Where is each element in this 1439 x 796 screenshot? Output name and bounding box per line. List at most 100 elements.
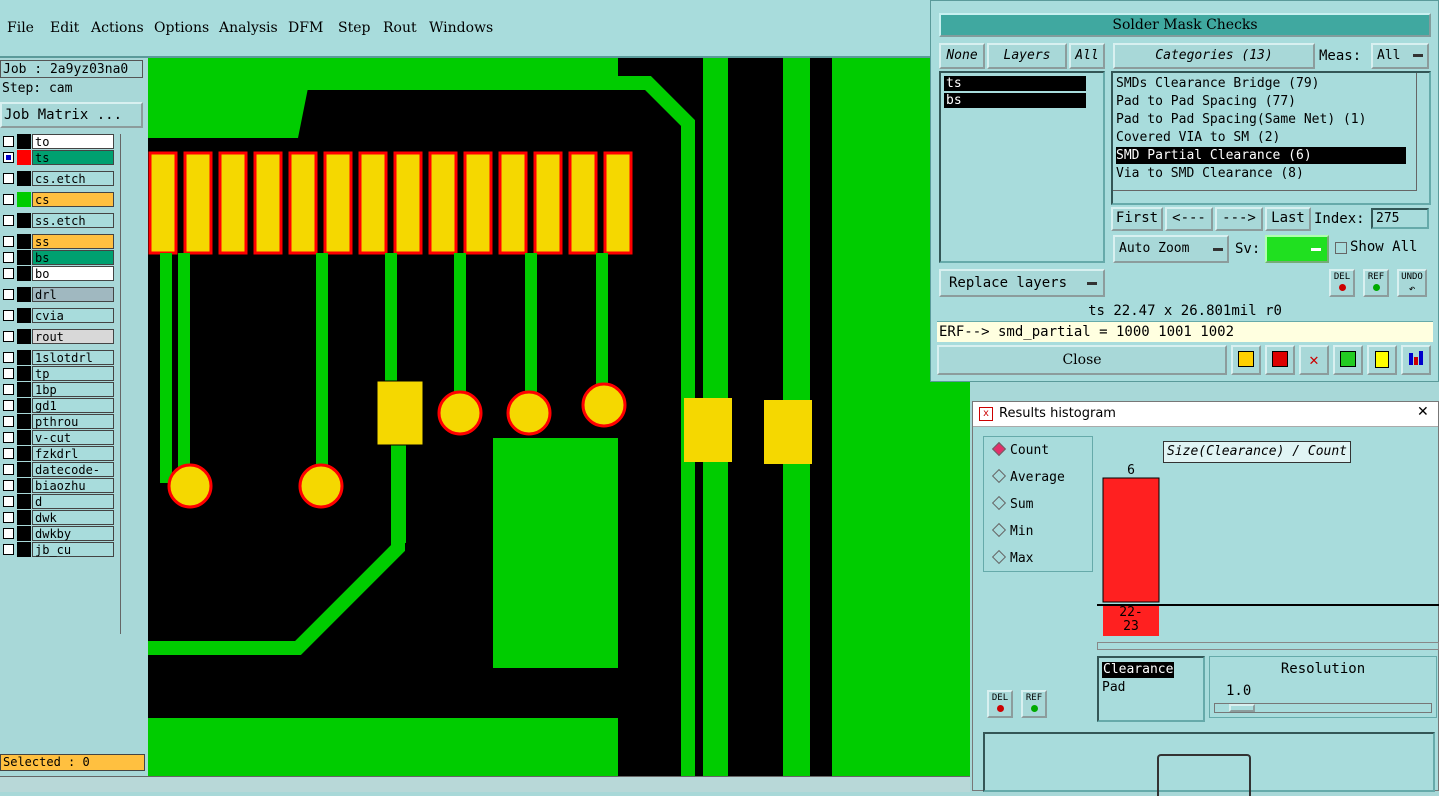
layer-checkbox[interactable] <box>3 136 14 147</box>
layer-name[interactable]: to <box>32 134 114 149</box>
layer-row-bo[interactable]: bo <box>0 266 118 281</box>
meas-dropdown[interactable]: All <box>1371 43 1429 69</box>
layer-checkbox[interactable] <box>3 480 14 491</box>
category-item[interactable]: Pad to Pad Spacing (77) <box>1116 93 1296 110</box>
layer-checkbox[interactable] <box>3 268 14 279</box>
attribute-item-clearance[interactable]: Clearance <box>1102 662 1175 678</box>
layer-name[interactable]: ss.etch <box>32 213 114 228</box>
histogram-bar[interactable] <box>1102 477 1160 603</box>
layer-name[interactable]: cs.etch <box>32 171 114 186</box>
layer-checkbox[interactable] <box>3 432 14 443</box>
layer-color-swatch[interactable] <box>17 192 31 207</box>
layer-color-swatch[interactable] <box>17 329 31 344</box>
close-button[interactable]: Close <box>937 345 1227 375</box>
layer-color-swatch[interactable] <box>17 462 31 477</box>
categories-list[interactable]: SMDs Clearance Bridge (79) Pad to Pad Spa… <box>1111 71 1431 205</box>
ref-button[interactable]: REF <box>1363 269 1389 297</box>
layer-name[interactable]: ts <box>32 150 114 165</box>
layer-checkbox[interactable] <box>3 512 14 523</box>
layer-color-swatch[interactable] <box>17 150 31 165</box>
layer-color-swatch[interactable] <box>17 171 31 186</box>
layer-name[interactable]: v-cut <box>32 430 114 445</box>
next-button[interactable]: ---> <box>1215 207 1263 231</box>
prev-button[interactable]: <--- <box>1165 207 1213 231</box>
menu-actions[interactable]: Actions <box>91 20 144 36</box>
undo-button[interactable]: UNDO ↶ <box>1397 269 1427 297</box>
menu-analysis[interactable]: Analysis <box>219 20 278 36</box>
mode-radio-max[interactable]: Max <box>991 549 1033 566</box>
layer-row-ss-etch[interactable]: ss.etch <box>0 213 118 228</box>
pcb-canvas[interactable] <box>148 58 970 776</box>
layer-row-dwk[interactable]: dwk <box>0 510 118 525</box>
layer-checkbox[interactable] <box>3 496 14 507</box>
smc-layer-item[interactable]: ts <box>944 76 1086 91</box>
layer-color-swatch[interactable] <box>17 213 31 228</box>
layer-color-swatch[interactable] <box>17 478 31 493</box>
layer-color-swatch[interactable] <box>17 308 31 323</box>
category-item[interactable]: Via to SMD Clearance (8) <box>1116 165 1304 182</box>
layer-color-swatch[interactable] <box>17 494 31 509</box>
layer-row-1slotdrl[interactable]: 1slotdrl <box>0 350 118 365</box>
layer-checkbox[interactable] <box>3 384 14 395</box>
layer-checkbox[interactable] <box>3 236 14 247</box>
tool-histogram-icon[interactable] <box>1401 345 1431 375</box>
layer-checkbox[interactable] <box>3 152 14 163</box>
layer-color-swatch[interactable] <box>17 366 31 381</box>
layer-name[interactable]: 1slotdrl <box>32 350 114 365</box>
layer-checkbox[interactable] <box>3 416 14 427</box>
resolution-slider-thumb[interactable] <box>1229 704 1255 712</box>
layer-name[interactable]: datecode-to <box>32 462 114 492</box>
categories-vscrollbar[interactable] <box>1416 73 1429 191</box>
mode-radio-min[interactable]: Min <box>991 522 1033 539</box>
layer-checkbox[interactable] <box>3 544 14 555</box>
layer-row-bs[interactable]: bs <box>0 250 118 265</box>
menu-options[interactable]: Options <box>154 20 209 36</box>
menu-file[interactable]: File <box>7 20 34 36</box>
layer-row-rout[interactable]: rout <box>0 329 118 344</box>
menu-windows[interactable]: Windows <box>429 20 493 36</box>
layer-checkbox[interactable] <box>3 352 14 363</box>
bins-scrollbar[interactable] <box>1097 642 1439 650</box>
hist-ref-button[interactable]: REF <box>1021 690 1047 718</box>
layer-name[interactable]: pthrou <box>32 414 114 429</box>
categories-button[interactable]: Categories (13) <box>1113 43 1315 69</box>
attribute-list[interactable]: Clearance Pad <box>1097 656 1205 722</box>
del-button[interactable]: DEL <box>1329 269 1355 297</box>
layer-color-swatch[interactable] <box>17 250 31 265</box>
tool-lightbulb-icon[interactable] <box>1231 345 1261 375</box>
layer-row-jb-cu[interactable]: jb_cu <box>0 542 118 557</box>
menu-dfm[interactable]: DFM <box>288 20 323 36</box>
layer-name[interactable]: drl <box>32 287 114 302</box>
layer-row-pthrou[interactable]: pthrou <box>0 414 118 429</box>
tool-report-icon[interactable] <box>1367 345 1397 375</box>
auto-zoom-dropdown[interactable]: Auto Zoom <box>1113 235 1229 263</box>
layer-color-swatch[interactable] <box>17 134 31 149</box>
mode-radio-count[interactable]: Count <box>991 441 1049 458</box>
layer-row-v-cut[interactable]: v-cut <box>0 430 118 445</box>
categories-hscrollbar[interactable] <box>1113 190 1417 203</box>
layer-checkbox[interactable] <box>3 194 14 205</box>
layer-name[interactable]: tp <box>32 366 114 381</box>
layer-checkbox[interactable] <box>3 368 14 379</box>
layer-checkbox[interactable] <box>3 400 14 411</box>
layers-button[interactable]: Layers <box>987 43 1067 69</box>
layer-name[interactable]: 1bp <box>32 382 114 397</box>
menu-step[interactable]: Step <box>338 20 370 36</box>
show-all-checkbox[interactable] <box>1335 242 1347 254</box>
replace-layers-dropdown[interactable]: Replace layers <box>939 269 1105 297</box>
layer-color-swatch[interactable] <box>17 287 31 302</box>
layer-name[interactable]: bo <box>32 266 114 281</box>
layer-color-swatch[interactable] <box>17 414 31 429</box>
layer-name[interactable]: fzkdrl <box>32 446 114 461</box>
layer-color-swatch[interactable] <box>17 446 31 461</box>
layer-row-1bp[interactable]: 1bp <box>0 382 118 397</box>
layer-row-ss[interactable]: ss <box>0 234 118 249</box>
tool-split-icon[interactable] <box>1333 345 1363 375</box>
layer-name[interactable]: dwk <box>32 510 114 525</box>
smc-layer-item[interactable]: bs <box>944 93 1086 108</box>
job-matrix-button[interactable]: Job Matrix ... <box>0 102 143 128</box>
category-item[interactable]: SMDs Clearance Bridge (79) <box>1116 75 1320 92</box>
category-item[interactable]: Pad to Pad Spacing(Same Net) (1) <box>1116 111 1366 128</box>
layer-color-swatch[interactable] <box>17 542 31 557</box>
layer-color-swatch[interactable] <box>17 234 31 249</box>
